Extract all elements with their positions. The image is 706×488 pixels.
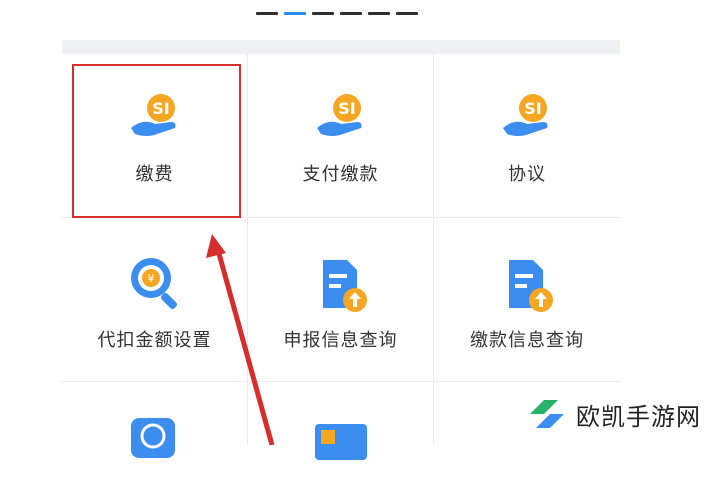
social-insurance-hand-icon: SI [125, 88, 185, 148]
grid-item-payment[interactable]: SI 支付缴款 [248, 54, 434, 218]
grid-item-agreement[interactable]: SI 协议 [434, 54, 620, 218]
magnifier-coin-icon: ¥ [125, 254, 185, 314]
social-insurance-hand-icon: SI [311, 88, 371, 148]
grid-item-withholding-setting[interactable]: ¥ 代扣金额设置 [62, 218, 248, 382]
svg-text:¥: ¥ [147, 272, 154, 285]
grid-item-label: 代扣金额设置 [97, 330, 212, 351]
svg-text:SI: SI [152, 99, 169, 118]
page-dot-active[interactable] [284, 12, 306, 15]
svg-text:SI: SI [524, 99, 541, 118]
document-upload-icon [497, 254, 557, 314]
grid-item-label: 协议 [508, 164, 546, 185]
circular-arrow-icon [125, 418, 185, 478]
grid-item-label: 缴费 [135, 164, 174, 185]
grid-item-declaration-query[interactable]: 申报信息查询 [248, 218, 434, 382]
grid-item-row3-2[interactable] [248, 382, 434, 460]
page-dot[interactable] [368, 12, 390, 15]
section-divider [62, 40, 620, 54]
watermark-text: 欧凯手游网 [576, 402, 701, 431]
grid-item-pay[interactable]: SI 缴费 [62, 54, 248, 218]
grid-item-label: 申报信息查询 [283, 330, 398, 351]
grid-item-label: 支付缴款 [302, 164, 379, 185]
page-indicator [256, 12, 418, 15]
watermark-logo-icon [530, 400, 564, 428]
svg-text:SI: SI [338, 99, 355, 118]
grid-item-payment-query[interactable]: 缴款信息查询 [434, 218, 620, 382]
grid-item-label: 缴款信息查询 [470, 330, 584, 351]
page-dot[interactable] [312, 12, 334, 15]
page-dot[interactable] [340, 12, 362, 15]
page-dot[interactable] [396, 12, 418, 15]
page-dot[interactable] [256, 12, 278, 15]
social-insurance-hand-icon: SI [497, 88, 557, 148]
document-upload-icon [311, 254, 371, 314]
watermark-badge: 欧凯手游网 [500, 383, 706, 445]
grid-item-row3-1[interactable] [62, 382, 248, 458]
id-card-icon [311, 424, 371, 484]
